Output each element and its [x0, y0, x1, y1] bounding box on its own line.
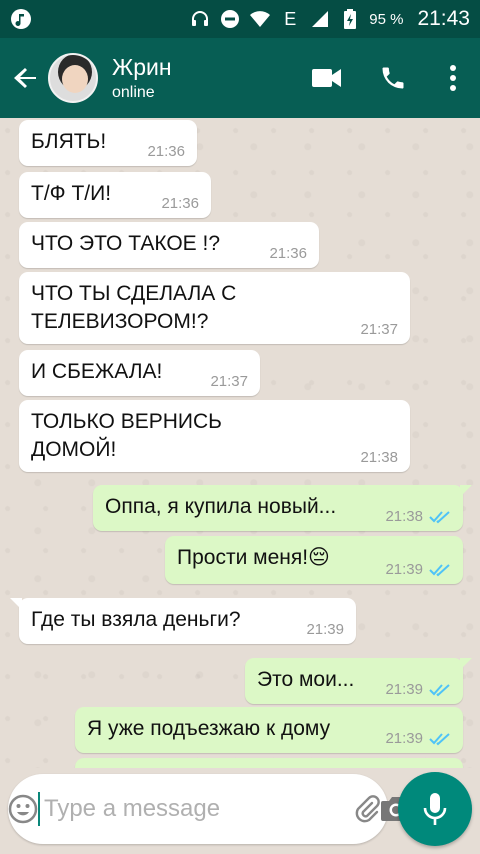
headphones-icon — [189, 8, 211, 30]
message-input[interactable] — [38, 792, 354, 826]
network-e-icon: E — [284, 8, 297, 29]
paperclip-icon — [355, 795, 380, 823]
double-check-read-icon — [429, 563, 450, 576]
voice-call-button[interactable] — [360, 38, 426, 118]
status-bar: E 95 % 21:43 — [0, 0, 480, 38]
chat-header: Жрин online — [0, 38, 480, 118]
message-text: Оппа, я купила новый... — [105, 495, 337, 518]
message-outgoing[interactable]: Я уже подъезжаю к дому 21:39 — [75, 707, 463, 753]
emoji-icon — [8, 794, 38, 824]
emoji-button[interactable] — [8, 794, 38, 824]
message-composer — [8, 774, 411, 844]
chat-area[interactable]: БЛЯТЬ! 21:36 Т/Ф Т/И! 21:36 ЧТО ЭТО ТАКО… — [0, 118, 480, 768]
message-time: 21:37 — [360, 321, 398, 338]
message-incoming[interactable]: Где ты взяла деньги? 21:39 — [10, 598, 356, 644]
double-check-read-icon — [429, 683, 450, 696]
message-time: 21:39 — [385, 681, 423, 698]
message-time: 21:38 — [385, 508, 423, 525]
avatar[interactable] — [48, 53, 98, 103]
clock: 21:43 — [417, 7, 470, 30]
message-incoming[interactable]: ТОЛЬКО ВЕРНИСЬ ДОМОЙ! 21:38 — [19, 400, 410, 472]
more-options-button[interactable] — [426, 38, 480, 118]
message-incoming[interactable]: ЧТО ЭТО ТАКОЕ !? 21:36 — [19, 222, 319, 268]
message-time: 21:37 — [210, 373, 248, 390]
message-incoming[interactable]: Т/Ф Т/И! 21:36 — [19, 172, 211, 218]
message-text: Где ты взяла деньги? — [31, 608, 241, 631]
double-check-read-icon — [429, 732, 450, 745]
message-text: Т/Ф Т/И! — [31, 182, 112, 205]
back-arrow-icon — [14, 68, 36, 88]
message-outgoing[interactable]: Прости меня!😔 21:39 — [165, 536, 463, 584]
message-time: 21:36 — [147, 143, 185, 160]
double-check-read-icon — [429, 510, 450, 523]
message-incoming[interactable]: ЧТО ТЫ СДЕЛАЛА С ТЕЛЕВИЗОРОМ!? 21:37 — [19, 272, 410, 344]
message-time: 21:39 — [385, 561, 423, 578]
message-text: Это мои... — [257, 668, 355, 691]
voice-message-button[interactable] — [398, 772, 472, 846]
message-time: 21:39 — [306, 621, 344, 638]
more-vertical-icon — [450, 65, 456, 91]
message-text: ТОЛЬКО ВЕРНИСЬ ДОМОЙ! — [31, 410, 222, 461]
message-incoming[interactable]: И СБЕЖАЛА! 21:37 — [19, 350, 260, 396]
message-text: ЧТО ТЫ СДЕЛАЛА С ТЕЛЕВИЗОРОМ!? — [31, 282, 237, 333]
do-not-disturb-icon — [219, 8, 241, 30]
battery-percent: 95 % — [369, 10, 404, 28]
phone-icon — [382, 67, 404, 89]
contact-status: online — [112, 84, 155, 101]
message-outgoing[interactable]: Это мои... 21:39 — [245, 658, 472, 704]
wifi-icon — [249, 8, 271, 30]
message-outgoing-partial[interactable] — [75, 758, 463, 768]
message-text: ЧТО ЭТО ТАКОЕ !? — [31, 232, 221, 255]
microphone-icon — [423, 793, 447, 825]
music-notification-icon — [10, 8, 32, 30]
message-text: Я уже подъезжаю к дому — [87, 717, 331, 740]
message-time: 21:39 — [385, 730, 423, 747]
attach-button[interactable] — [354, 794, 380, 824]
video-camera-icon — [312, 69, 341, 87]
contact-info[interactable]: Жрин online — [112, 54, 172, 102]
message-time: 21:38 — [360, 449, 398, 466]
message-outgoing[interactable]: Оппа, я купила новый... 21:38 — [93, 485, 472, 531]
message-time: 21:36 — [161, 195, 199, 212]
signal-icon — [309, 8, 331, 30]
message-text: Прости меня!😔 — [177, 546, 330, 569]
battery-icon — [339, 8, 361, 30]
message-incoming[interactable]: БЛЯТЬ! 21:36 — [19, 120, 197, 166]
back-button[interactable] — [6, 38, 46, 118]
contact-name: Жрин — [112, 54, 172, 80]
video-call-button[interactable] — [294, 38, 360, 118]
message-text: И СБЕЖАЛА! — [31, 360, 163, 383]
message-time: 21:36 — [269, 245, 307, 262]
message-text: БЛЯТЬ! — [31, 130, 107, 153]
